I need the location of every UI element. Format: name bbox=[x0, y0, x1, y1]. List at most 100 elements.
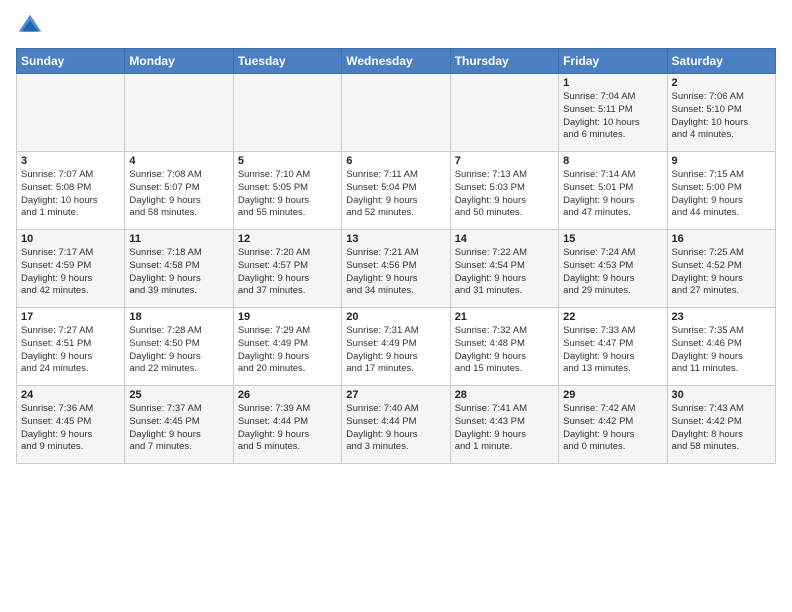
calendar-cell: 2 Sunrise: 7:06 AM Sunset: 5:10 PM Daylig… bbox=[667, 74, 775, 152]
day-number: 21 bbox=[455, 311, 554, 323]
day-number: 11 bbox=[129, 233, 228, 245]
day-number: 15 bbox=[563, 233, 662, 245]
weekday-header: Monday bbox=[125, 49, 233, 74]
calendar-cell: 4 Sunrise: 7:08 AM Sunset: 5:07 PM Daylig… bbox=[125, 152, 233, 230]
calendar-cell: 22 Sunrise: 7:33 AM Sunset: 4:47 PM Dayli… bbox=[559, 308, 667, 386]
day-info: Sunrise: 7:37 AM Sunset: 4:45 PM Dayligh… bbox=[129, 403, 228, 454]
logo bbox=[16, 12, 48, 40]
day-number: 24 bbox=[21, 389, 120, 401]
weekday-header: Saturday bbox=[667, 49, 775, 74]
weekday-header: Friday bbox=[559, 49, 667, 74]
day-info: Sunrise: 7:06 AM Sunset: 5:10 PM Dayligh… bbox=[672, 91, 771, 142]
calendar-cell bbox=[233, 74, 341, 152]
calendar-cell: 29Sunrise: 7:42 AM Sunset: 4:42 PM Dayli… bbox=[559, 386, 667, 464]
day-info: Sunrise: 7:32 AM Sunset: 4:48 PM Dayligh… bbox=[455, 325, 554, 376]
calendar-cell: 13 Sunrise: 7:21 AM Sunset: 4:56 PM Dayli… bbox=[342, 230, 450, 308]
day-info: Sunrise: 7:04 AM Sunset: 5:11 PM Dayligh… bbox=[563, 91, 662, 142]
day-info: Sunrise: 7:20 AM Sunset: 4:57 PM Dayligh… bbox=[238, 247, 337, 298]
calendar-cell: 7 Sunrise: 7:13 AM Sunset: 5:03 PM Daylig… bbox=[450, 152, 558, 230]
day-number: 9 bbox=[672, 155, 771, 167]
day-info: Sunrise: 7:43 AM Sunset: 4:42 PM Dayligh… bbox=[672, 403, 771, 454]
day-number: 20 bbox=[346, 311, 445, 323]
day-info: Sunrise: 7:28 AM Sunset: 4:50 PM Dayligh… bbox=[129, 325, 228, 376]
day-number: 8 bbox=[563, 155, 662, 167]
day-number: 14 bbox=[455, 233, 554, 245]
calendar-cell: 19Sunrise: 7:29 AM Sunset: 4:49 PM Dayli… bbox=[233, 308, 341, 386]
calendar-week-row: 3 Sunrise: 7:07 AM Sunset: 5:08 PM Daylig… bbox=[17, 152, 776, 230]
day-number: 26 bbox=[238, 389, 337, 401]
calendar-cell: 14 Sunrise: 7:22 AM Sunset: 4:54 PM Dayli… bbox=[450, 230, 558, 308]
day-number: 2 bbox=[672, 77, 771, 89]
weekday-header: Wednesday bbox=[342, 49, 450, 74]
day-number: 27 bbox=[346, 389, 445, 401]
calendar-week-row: 17Sunrise: 7:27 AM Sunset: 4:51 PM Dayli… bbox=[17, 308, 776, 386]
day-info: Sunrise: 7:18 AM Sunset: 4:58 PM Dayligh… bbox=[129, 247, 228, 298]
day-info: Sunrise: 7:07 AM Sunset: 5:08 PM Dayligh… bbox=[21, 169, 120, 220]
calendar-cell: 11 Sunrise: 7:18 AM Sunset: 4:58 PM Dayli… bbox=[125, 230, 233, 308]
day-number: 28 bbox=[455, 389, 554, 401]
calendar-cell: 21 Sunrise: 7:32 AM Sunset: 4:48 PM Dayli… bbox=[450, 308, 558, 386]
calendar-cell: 3 Sunrise: 7:07 AM Sunset: 5:08 PM Daylig… bbox=[17, 152, 125, 230]
calendar-cell: 27 Sunrise: 7:40 AM Sunset: 4:44 PM Dayli… bbox=[342, 386, 450, 464]
day-info: Sunrise: 7:33 AM Sunset: 4:47 PM Dayligh… bbox=[563, 325, 662, 376]
day-number: 30 bbox=[672, 389, 771, 401]
page: SundayMondayTuesdayWednesdayThursdayFrid… bbox=[0, 0, 792, 476]
calendar-cell: 30 Sunrise: 7:43 AM Sunset: 4:42 PM Dayli… bbox=[667, 386, 775, 464]
day-info: Sunrise: 7:10 AM Sunset: 5:05 PM Dayligh… bbox=[238, 169, 337, 220]
calendar-cell: 5 Sunrise: 7:10 AM Sunset: 5:05 PM Daylig… bbox=[233, 152, 341, 230]
day-info: Sunrise: 7:39 AM Sunset: 4:44 PM Dayligh… bbox=[238, 403, 337, 454]
day-info: Sunrise: 7:11 AM Sunset: 5:04 PM Dayligh… bbox=[346, 169, 445, 220]
day-number: 5 bbox=[238, 155, 337, 167]
calendar-cell: 10 Sunrise: 7:17 AM Sunset: 4:59 PM Dayli… bbox=[17, 230, 125, 308]
day-number: 16 bbox=[672, 233, 771, 245]
day-number: 3 bbox=[21, 155, 120, 167]
calendar-cell: 9 Sunrise: 7:15 AM Sunset: 5:00 PM Daylig… bbox=[667, 152, 775, 230]
weekday-header: Tuesday bbox=[233, 49, 341, 74]
day-number: 4 bbox=[129, 155, 228, 167]
header-row: SundayMondayTuesdayWednesdayThursdayFrid… bbox=[17, 49, 776, 74]
day-number: 12 bbox=[238, 233, 337, 245]
calendar-week-row: 1 Sunrise: 7:04 AM Sunset: 5:11 PM Daylig… bbox=[17, 74, 776, 152]
day-info: Sunrise: 7:29 AM Sunset: 4:49 PM Dayligh… bbox=[238, 325, 337, 376]
day-info: Sunrise: 7:42 AM Sunset: 4:42 PM Dayligh… bbox=[563, 403, 662, 454]
day-info: Sunrise: 7:15 AM Sunset: 5:00 PM Dayligh… bbox=[672, 169, 771, 220]
calendar-cell: 25 Sunrise: 7:37 AM Sunset: 4:45 PM Dayli… bbox=[125, 386, 233, 464]
day-info: Sunrise: 7:21 AM Sunset: 4:56 PM Dayligh… bbox=[346, 247, 445, 298]
calendar-week-row: 10 Sunrise: 7:17 AM Sunset: 4:59 PM Dayli… bbox=[17, 230, 776, 308]
day-info: Sunrise: 7:08 AM Sunset: 5:07 PM Dayligh… bbox=[129, 169, 228, 220]
calendar-cell: 6 Sunrise: 7:11 AM Sunset: 5:04 PM Daylig… bbox=[342, 152, 450, 230]
calendar-cell: 24 Sunrise: 7:36 AM Sunset: 4:45 PM Dayli… bbox=[17, 386, 125, 464]
calendar-cell: 20 Sunrise: 7:31 AM Sunset: 4:49 PM Dayli… bbox=[342, 308, 450, 386]
day-number: 23 bbox=[672, 311, 771, 323]
day-info: Sunrise: 7:36 AM Sunset: 4:45 PM Dayligh… bbox=[21, 403, 120, 454]
day-number: 7 bbox=[455, 155, 554, 167]
day-info: Sunrise: 7:35 AM Sunset: 4:46 PM Dayligh… bbox=[672, 325, 771, 376]
calendar-cell: 26 Sunrise: 7:39 AM Sunset: 4:44 PM Dayli… bbox=[233, 386, 341, 464]
day-number: 1 bbox=[563, 77, 662, 89]
day-number: 10 bbox=[21, 233, 120, 245]
day-number: 22 bbox=[563, 311, 662, 323]
header-area bbox=[16, 12, 776, 40]
calendar-cell: 1 Sunrise: 7:04 AM Sunset: 5:11 PM Daylig… bbox=[559, 74, 667, 152]
day-info: Sunrise: 7:31 AM Sunset: 4:49 PM Dayligh… bbox=[346, 325, 445, 376]
calendar-cell: 17Sunrise: 7:27 AM Sunset: 4:51 PM Dayli… bbox=[17, 308, 125, 386]
day-info: Sunrise: 7:40 AM Sunset: 4:44 PM Dayligh… bbox=[346, 403, 445, 454]
calendar-week-row: 24 Sunrise: 7:36 AM Sunset: 4:45 PM Dayli… bbox=[17, 386, 776, 464]
calendar-cell bbox=[342, 74, 450, 152]
day-info: Sunrise: 7:14 AM Sunset: 5:01 PM Dayligh… bbox=[563, 169, 662, 220]
day-info: Sunrise: 7:13 AM Sunset: 5:03 PM Dayligh… bbox=[455, 169, 554, 220]
day-number: 6 bbox=[346, 155, 445, 167]
day-number: 13 bbox=[346, 233, 445, 245]
day-info: Sunrise: 7:22 AM Sunset: 4:54 PM Dayligh… bbox=[455, 247, 554, 298]
day-number: 18 bbox=[129, 311, 228, 323]
day-info: Sunrise: 7:17 AM Sunset: 4:59 PM Dayligh… bbox=[21, 247, 120, 298]
day-number: 17 bbox=[21, 311, 120, 323]
calendar-cell bbox=[450, 74, 558, 152]
calendar-cell bbox=[17, 74, 125, 152]
calendar-cell: 23 Sunrise: 7:35 AM Sunset: 4:46 PM Dayli… bbox=[667, 308, 775, 386]
calendar-cell: 15Sunrise: 7:24 AM Sunset: 4:53 PM Dayli… bbox=[559, 230, 667, 308]
calendar-table: SundayMondayTuesdayWednesdayThursdayFrid… bbox=[16, 48, 776, 464]
day-number: 25 bbox=[129, 389, 228, 401]
calendar-cell: 8 Sunrise: 7:14 AM Sunset: 5:01 PM Daylig… bbox=[559, 152, 667, 230]
logo-icon bbox=[16, 12, 44, 40]
